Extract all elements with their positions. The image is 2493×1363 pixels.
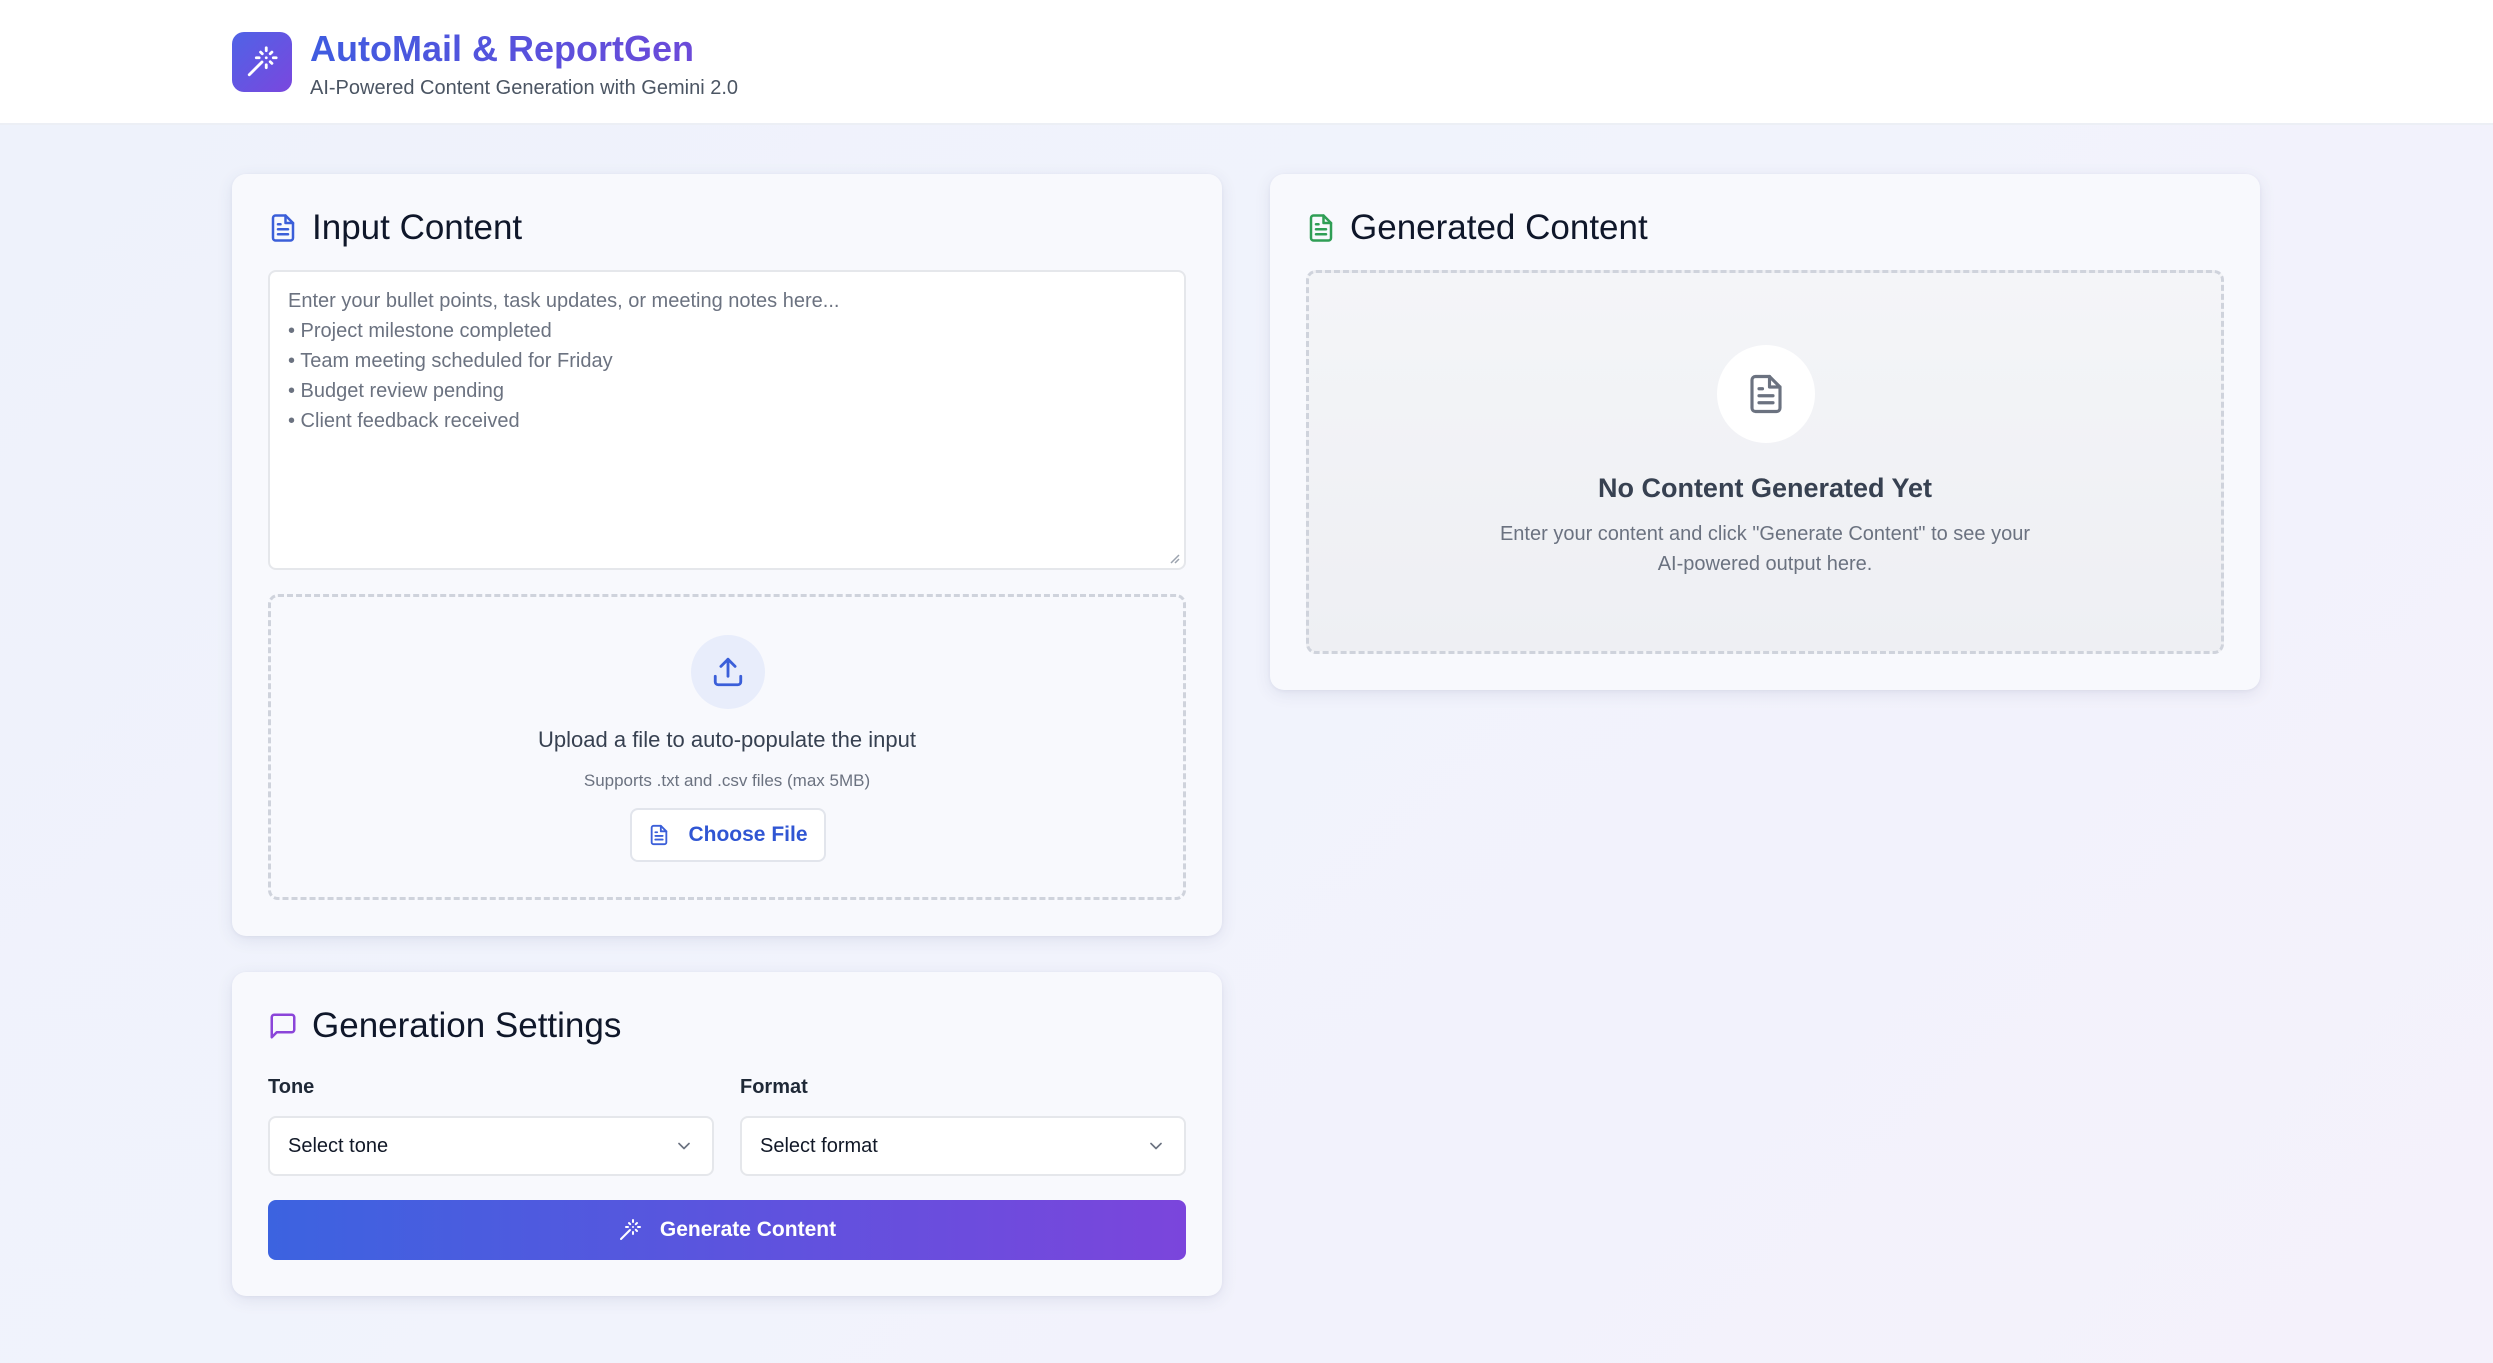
file-icon	[651, 824, 668, 846]
upload-hint: Supports .txt and .csv files (max 5MB)	[583, 771, 871, 790]
tone-select[interactable]: Select tone	[268, 1116, 714, 1176]
app-title: AutoMail & ReportGen	[310, 28, 694, 69]
app-header: AutoMail & ReportGen AI-Powered Content …	[0, 0, 2493, 125]
textarea-placeholder-line: • Team meeting scheduled for Friday	[288, 350, 613, 372]
output-card-title: Generated Content	[1306, 206, 1648, 250]
empty-state-title: No Content Generated Yet	[1597, 473, 1933, 503]
input-card-title: Input Content	[268, 206, 522, 250]
document-text-icon	[1306, 213, 1336, 243]
empty-state-description-line: Enter your content and click "Generate C…	[1499, 523, 2031, 545]
tone-label: Tone	[268, 1076, 315, 1098]
input-content-card: Input Content Enter your bullet points, …	[232, 174, 1222, 936]
generation-settings-card: Generation Settings Tone Select tone For…	[232, 972, 1222, 1296]
textarea-placeholder-line: • Budget review pending	[288, 380, 505, 402]
empty-state-icon-wrapper	[1717, 345, 1815, 443]
settings-card-title: Generation Settings	[268, 1004, 621, 1048]
empty-state-description: Enter your content and click "Generate C…	[1309, 519, 2221, 579]
generate-content-label: Generate Content	[659, 1218, 837, 1241]
magic-wand-icon	[247, 46, 278, 77]
choose-file-label: Choose File	[688, 823, 808, 846]
message-square-icon	[268, 1011, 298, 1041]
document-icon	[268, 213, 298, 243]
upload-icon	[713, 657, 743, 687]
format-label: Format	[740, 1076, 808, 1098]
upload-icon-wrapper	[691, 635, 765, 709]
format-select[interactable]: Select format	[740, 1116, 1186, 1176]
generated-content-card: Generated Content No Content Generated Y…	[1270, 174, 2260, 690]
empty-state: No Content Generated Yet Enter your cont…	[1306, 270, 2224, 654]
content-textarea[interactable]: Enter your bullet points, task updates, …	[268, 270, 1186, 570]
settings-card-title-text: Generation Settings	[312, 1006, 622, 1045]
magic-wand-icon	[619, 1219, 641, 1240]
upload-title: Upload a file to auto-populate the input	[538, 727, 916, 752]
format-select-value: Select format	[760, 1134, 878, 1157]
app-logo	[232, 32, 292, 92]
textarea-placeholder-line: • Project milestone completed	[288, 320, 552, 342]
empty-state-description-line: AI-powered output here.	[1657, 553, 1873, 575]
textarea-placeholder-line: Enter your bullet points, task updates, …	[288, 290, 840, 312]
document-icon	[1750, 374, 1782, 414]
output-card-title-text: Generated Content	[1350, 208, 1648, 247]
generate-content-button[interactable]: Generate Content	[268, 1200, 1186, 1260]
textarea-placeholder-line: • Client feedback received	[288, 410, 520, 432]
choose-file-button[interactable]: Choose File	[630, 808, 826, 862]
tone-select-value: Select tone	[288, 1134, 389, 1157]
resize-handle-icon[interactable]	[1168, 552, 1180, 564]
chevron-down-icon	[678, 1142, 690, 1150]
app-subtitle: AI-Powered Content Generation with Gemin…	[310, 77, 738, 99]
chevron-down-icon	[1150, 1142, 1162, 1150]
input-card-title-text: Input Content	[312, 208, 523, 247]
file-upload-dropzone[interactable]: Upload a file to auto-populate the input…	[268, 594, 1186, 900]
